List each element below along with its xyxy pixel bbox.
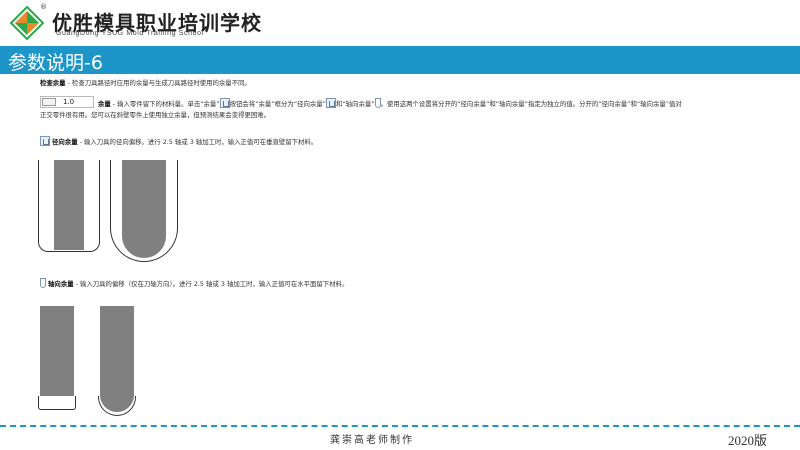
stock-paragraph-line2: 正交零件很有用。您可以在斜壁零件上使用独立余量，但预测结果会变得更困难。 — [40, 110, 270, 121]
stock-paragraph-line1: 余量 - 输入零件留下的材料量。单击“余量” 按钮会将“余量”框分为“径向余量” 和… — [98, 98, 682, 110]
stock-label: 余量 — [98, 100, 111, 108]
ysug-logo-icon — [10, 6, 44, 40]
check-stock-text: - 检查刀具路径时应用的余量与生成刀具路径时使用的余量不同。 — [65, 79, 251, 87]
title-bar: 参数说明-6 — [0, 46, 800, 74]
radial-stock-icon — [325, 98, 336, 108]
split-stock-icon[interactable] — [219, 98, 230, 108]
footer-author: 龚崇高老师制作 — [330, 435, 414, 446]
radial-stock-text: - 输入刀具的径向偏移。进行 2.5 轴或 3 轴加工时，输入正值可在垂直壁留下… — [77, 138, 318, 146]
check-stock-paragraph: 检查余量 - 检查刀具路径时应用的余量与生成刀具路径时使用的余量不同。 — [40, 78, 251, 89]
header: ® 优胜模具职业培训学校 GuangDong YSUG Mold Trainin… — [0, 0, 800, 44]
axial-flat-tool-outline — [38, 396, 76, 410]
radial-stock-icon — [40, 136, 50, 146]
check-stock-label: 检查余量 — [40, 79, 66, 87]
radial-stock-paragraph: 径向余量 - 输入刀具的径向偏移。进行 2.5 轴或 3 轴加工时，输入正值可在… — [40, 136, 317, 148]
axial-stock-label: 轴向余量 — [48, 280, 74, 288]
stock-toggle-icon[interactable] — [42, 98, 56, 106]
axial-flat-tool-body — [40, 306, 74, 396]
stock-value: 1.0 — [63, 98, 75, 106]
registered-mark: ® — [40, 3, 47, 11]
page-title: 参数说明-6 — [8, 52, 103, 74]
radial-stock-label: 径向余量 — [52, 138, 78, 146]
stock-text-4: 。使用这两个设置将分开的“径向余量”和“轴向余量”指定为独立的值。分开的“径向余… — [380, 100, 682, 108]
stock-text-2: 按钮会将“余量”框分为“径向余量” — [229, 100, 326, 108]
axial-stock-text: - 输入刀具的偏移（仅在刀轴方向）。进行 2.5 轴或 3 轴加工时，输入正值可… — [73, 280, 349, 288]
stock-text-5: 正交零件很有用。您可以在斜壁零件上使用独立余量，但预测结果会变得更困难。 — [40, 111, 271, 119]
school-subtitle: GuangDong YSUG Mold Training School — [56, 30, 204, 37]
footer-version: 2020版 — [728, 433, 768, 448]
axial-stock-icon — [40, 278, 46, 288]
ball-tool-body — [122, 160, 166, 258]
stock-text-3: 和“轴向余量” — [335, 100, 375, 108]
axial-stock-paragraph: 轴向余量 - 输入刀具的偏移（仅在刀轴方向）。进行 2.5 轴或 3 轴加工时，… — [40, 278, 348, 290]
stock-value-field[interactable]: 1.0 — [40, 96, 94, 108]
axial-ball-tool-outline — [98, 396, 136, 416]
flat-tool-body — [54, 160, 84, 250]
footer-divider — [0, 425, 800, 427]
stock-text-1: - 输入零件留下的材料量。单击“余量” — [110, 100, 220, 108]
